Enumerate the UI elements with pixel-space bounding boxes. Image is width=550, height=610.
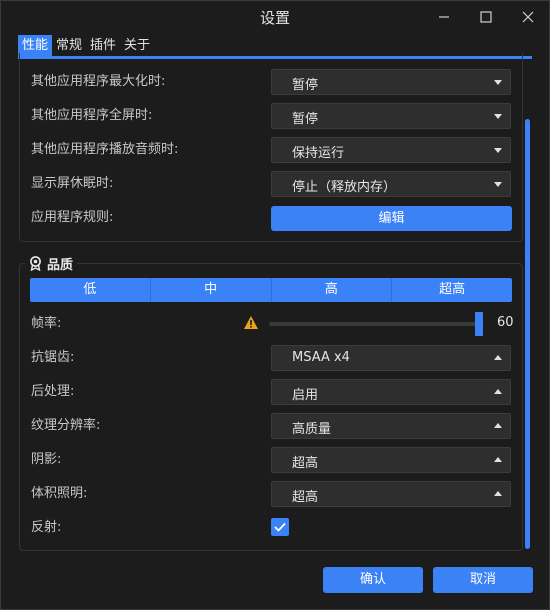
close-icon [522,11,534,23]
minimize-button[interactable] [429,5,459,29]
volumetric-lighting-label: 体积照明: [31,486,88,501]
maximized-select[interactable]: 暂停 [271,69,511,95]
display-sleep-select[interactable]: 停止（释放内存） [271,171,511,197]
warning-icon [244,316,258,329]
quality-group [19,263,523,551]
shadows-label: 阴影: [31,452,62,467]
fps-slider-handle[interactable] [475,312,483,336]
fullscreen-value: 暂停 [292,112,319,127]
maximize-icon [480,11,492,23]
postprocessing-label: 后处理: [31,384,75,399]
confirm-button[interactable]: 确认 [323,567,423,593]
chevron-down-icon [494,80,502,85]
maximized-label: 其他应用程序最大化时: [31,74,166,89]
title-bar: 设置 [1,1,549,35]
chevron-up-icon [494,457,502,462]
settings-window: 设置 性能 常规 插件 关于 其他应用程序最大化时: 暂停 其他应用程序全屏时:… [0,0,550,610]
antialiasing-select[interactable]: MSAA x4 [271,345,511,371]
postprocessing-value: 启用 [292,388,319,403]
fullscreen-select[interactable]: 暂停 [271,103,511,129]
chevron-up-icon [494,355,502,360]
texture-resolution-select[interactable]: 高质量 [271,413,511,439]
antialiasing-value: MSAA x4 [292,350,350,365]
close-button[interactable] [513,5,543,29]
preset-medium-button[interactable]: 中 [149,278,271,302]
medal-icon [30,255,41,271]
chevron-up-icon [494,389,502,394]
chevron-down-icon [494,182,502,187]
texture-resolution-label: 纹理分辨率: [31,418,101,433]
display-sleep-value: 停止（释放内存） [292,180,397,195]
audio-value: 保持运行 [292,146,345,161]
cancel-button[interactable]: 取消 [433,567,533,593]
fps-label: 帧率: [31,316,62,331]
minimize-icon [439,16,449,18]
quality-group-title: 品质 [25,253,78,273]
chevron-down-icon [494,148,502,153]
fps-slider[interactable] [269,322,480,326]
audio-label: 其他应用程序播放音频时: [31,142,179,157]
reflection-label: 反射: [31,520,62,535]
volumetric-lighting-value: 超高 [292,490,319,505]
audio-select[interactable]: 保持运行 [271,137,511,163]
display-sleep-label: 显示屏休眠时: [31,176,114,191]
antialiasing-label: 抗锯齿: [31,350,75,365]
preset-ultra-button[interactable]: 超高 [391,278,512,302]
window-title: 设置 [259,9,290,27]
reflection-checkbox[interactable] [271,518,289,536]
app-rules-label: 应用程序规则: [31,210,114,225]
fps-value: 60 [497,315,514,330]
volumetric-lighting-select[interactable]: 超高 [271,481,511,507]
shadows-select[interactable]: 超高 [271,447,511,473]
texture-resolution-value: 高质量 [292,422,332,437]
fullscreen-label: 其他应用程序全屏时: [31,108,153,123]
maximized-value: 暂停 [292,78,319,93]
maximize-button[interactable] [471,5,501,29]
chevron-up-icon [494,423,502,428]
shadows-value: 超高 [292,456,319,471]
quality-preset-selector: 低 中 高 超高 [30,278,512,302]
quality-title: 品质 [47,257,74,273]
postprocessing-select[interactable]: 启用 [271,379,511,405]
preset-high-button[interactable]: 高 [270,278,392,302]
checkmark-icon [274,522,286,532]
edit-rules-button[interactable]: 编辑 [271,206,512,231]
chevron-down-icon [494,114,502,119]
chevron-up-icon [494,491,502,496]
preset-low-button[interactable]: 低 [30,278,150,302]
scrollbar-thumb[interactable] [525,119,530,549]
